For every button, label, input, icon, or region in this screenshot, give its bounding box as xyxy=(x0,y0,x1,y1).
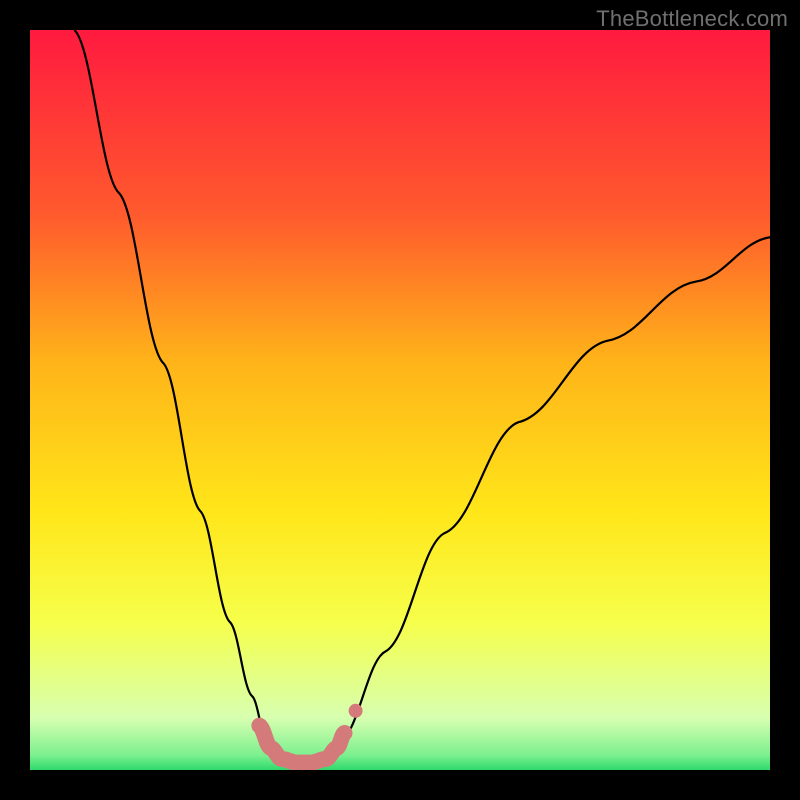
curve-left xyxy=(74,30,266,740)
highlight-dot xyxy=(349,704,363,718)
chart-curves xyxy=(30,30,770,770)
watermark-text: TheBottleneck.com xyxy=(596,6,788,32)
chart-container xyxy=(30,30,770,770)
curve-right xyxy=(341,237,770,740)
curve-bottom xyxy=(259,726,344,763)
